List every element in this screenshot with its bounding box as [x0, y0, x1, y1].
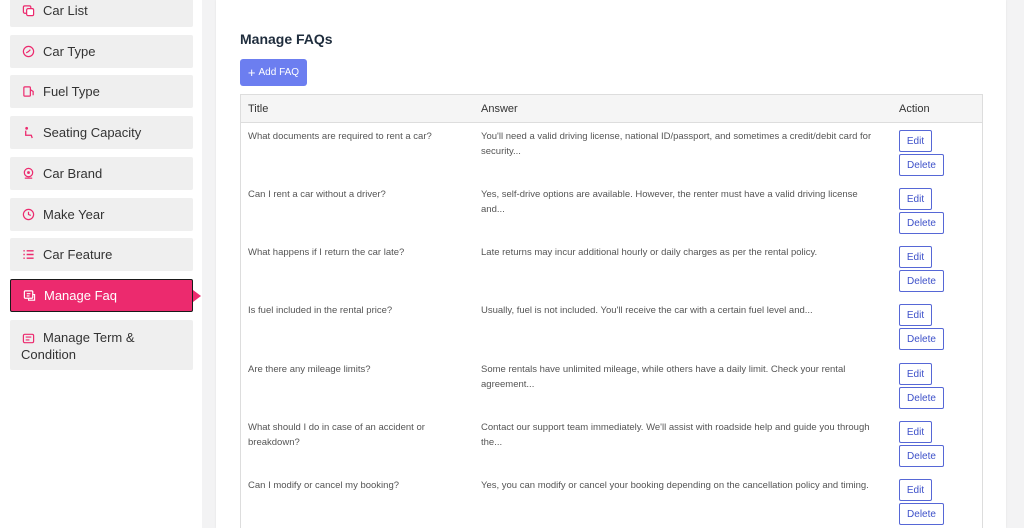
- row-actions: Edit Delete: [899, 363, 959, 409]
- edit-button[interactable]: Edit: [899, 421, 932, 443]
- edit-button[interactable]: Edit: [899, 188, 932, 210]
- table-row: Can I rent a car without a driver? Yes, s…: [241, 187, 982, 245]
- faq-answer: Usually, fuel is not included. You'll re…: [481, 305, 813, 316]
- sidebar-item-car-brand[interactable]: Car Brand: [10, 157, 193, 190]
- edit-button[interactable]: Edit: [899, 304, 932, 326]
- delete-button[interactable]: Delete: [899, 212, 944, 234]
- faq-table: Title Answer Action What documents are r…: [240, 94, 983, 528]
- column-action: Action: [899, 103, 930, 115]
- faq-title: Can I rent a car without a driver?: [248, 189, 386, 200]
- plus-icon: +: [247, 64, 256, 80]
- sidebar-item-label: Seating Capacity: [43, 125, 142, 140]
- faq-answer: Yes, self-drive options are available. H…: [481, 189, 858, 215]
- table-row: What documents are required to rent a ca…: [241, 129, 982, 187]
- faq-title: What should I do in case of an accident …: [248, 422, 425, 448]
- faq-answer: Contact our support team immediately. We…: [481, 422, 870, 448]
- delete-button[interactable]: Delete: [899, 387, 944, 409]
- sidebar-item-label: Car Type: [43, 44, 96, 59]
- table-row: What happens if I return the car late? La…: [241, 245, 982, 303]
- sidebar-item-fuel-type[interactable]: Fuel Type: [10, 75, 193, 108]
- row-actions: Edit Delete: [899, 479, 959, 525]
- faq-answer: Yes, you can modify or cancel your booki…: [481, 480, 869, 491]
- row-actions: Edit Delete: [899, 421, 959, 467]
- sidebar-item-label: Car Feature: [43, 247, 113, 262]
- row-actions: Edit Delete: [899, 130, 959, 176]
- delete-button[interactable]: Delete: [899, 445, 944, 467]
- fuel-icon: [21, 85, 35, 99]
- column-answer: Answer: [481, 103, 518, 115]
- faq-answer: You'll need a valid driving license, nat…: [481, 131, 872, 157]
- sidebar-item-make-year[interactable]: Make Year: [10, 198, 193, 231]
- sidebar-item-seating-capacity[interactable]: Seating Capacity: [10, 116, 193, 149]
- clock-icon: [21, 208, 35, 222]
- sidebar-item-manage-faq[interactable]: Manage Faq: [10, 279, 201, 312]
- sidebar-item-label: Car Brand: [43, 166, 103, 181]
- table-row: Can I modify or cancel my booking? Yes, y…: [241, 478, 982, 528]
- column-title: Title: [248, 103, 269, 115]
- sidebar-item-label: Manage Faq: [44, 288, 117, 303]
- delete-button[interactable]: Delete: [899, 503, 944, 525]
- seat-icon: [21, 126, 35, 140]
- faq-title: Is fuel included in the rental price?: [248, 305, 393, 316]
- add-faq-label: Add FAQ: [258, 67, 300, 78]
- car-list-icon: [21, 4, 35, 18]
- sidebar-item-car-list[interactable]: Car List: [10, 0, 193, 27]
- faq-title: What happens if I return the car late?: [248, 247, 405, 258]
- edit-button[interactable]: Edit: [899, 130, 932, 152]
- faq-title: What documents are required to rent a ca…: [248, 131, 432, 142]
- add-faq-button[interactable]: + Add FAQ: [240, 59, 307, 86]
- delete-button[interactable]: Delete: [899, 328, 944, 350]
- table-row: Is fuel included in the rental price? Usu…: [241, 303, 982, 361]
- edit-button[interactable]: Edit: [899, 363, 932, 385]
- sidebar-item-manage-terms[interactable]: Manage Term & Condition: [10, 320, 193, 370]
- faq-answer: Some rentals have unlimited mileage, whi…: [481, 364, 846, 390]
- row-actions: Edit Delete: [899, 246, 959, 292]
- table-row: What should I do in case of an accident …: [241, 420, 982, 478]
- row-actions: Edit Delete: [899, 188, 959, 234]
- feature-list-icon: [21, 248, 35, 262]
- sidebar-item-car-type[interactable]: Car Type: [10, 35, 193, 68]
- brand-icon: [21, 167, 35, 181]
- delete-button[interactable]: Delete: [899, 270, 944, 292]
- sidebar-item-label: Manage Term & Condition: [21, 330, 135, 362]
- page-title: Manage FAQs: [240, 31, 333, 47]
- faq-title: Can I modify or cancel my booking?: [248, 480, 400, 491]
- sidebar: Car List Car Type Fuel Type Seating Capa…: [0, 0, 202, 528]
- faq-title: Are there any mileage limits?: [248, 364, 371, 375]
- gauge-icon: [21, 45, 35, 59]
- faq-answer: Late returns may incur additional hourly…: [481, 247, 818, 258]
- row-actions: Edit Delete: [899, 304, 959, 350]
- faq-card: Manage FAQs + Add FAQ Title Answer Actio…: [216, 0, 1006, 528]
- sidebar-item-label: Fuel Type: [43, 84, 100, 99]
- edit-button[interactable]: Edit: [899, 479, 932, 501]
- table-header: Title Answer Action: [241, 95, 982, 123]
- table-row: Are there any mileage limits? Some rental…: [241, 362, 982, 420]
- delete-button[interactable]: Delete: [899, 154, 944, 176]
- edit-button[interactable]: Edit: [899, 246, 932, 268]
- sidebar-item-label: Make Year: [43, 207, 105, 222]
- sidebar-item-label: Car List: [43, 3, 88, 18]
- sidebar-item-car-feature[interactable]: Car Feature: [10, 238, 193, 271]
- faq-icon: [22, 289, 36, 303]
